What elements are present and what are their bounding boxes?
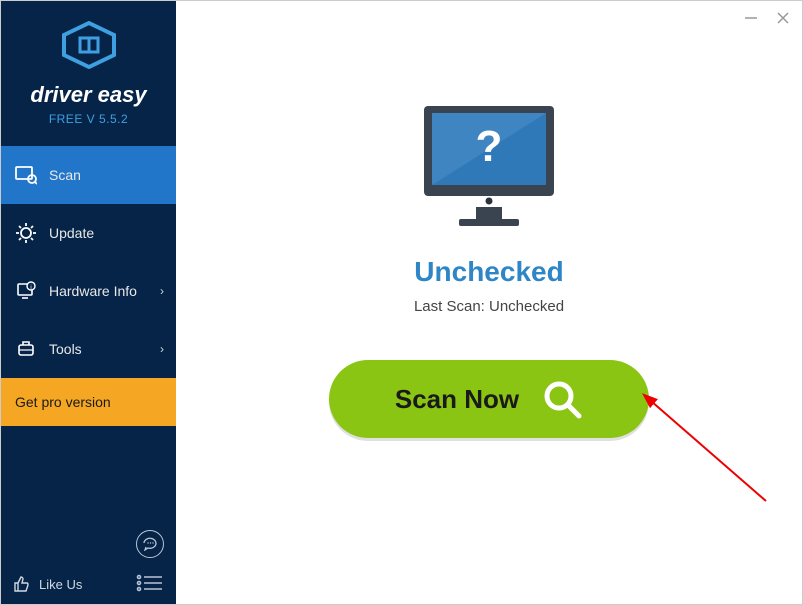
status-subtitle: Last Scan: Unchecked bbox=[414, 298, 564, 315]
feedback-icon-wrap bbox=[136, 530, 164, 558]
nav-update-label: Update bbox=[49, 225, 94, 241]
nav-tools-label: Tools bbox=[49, 341, 82, 357]
nav-hardware-label: Hardware Info bbox=[49, 283, 137, 299]
brand-name: driver easy bbox=[11, 82, 166, 108]
nav-pro-label: Get pro version bbox=[15, 394, 111, 410]
nav-hardware[interactable]: i Hardware Info › bbox=[1, 262, 176, 320]
thumbs-up-icon bbox=[13, 575, 31, 593]
close-button[interactable] bbox=[774, 9, 792, 27]
annotation-arrow bbox=[636, 391, 776, 511]
like-us-label: Like Us bbox=[39, 577, 82, 592]
svg-text:?: ? bbox=[476, 122, 503, 171]
monitor-illustration: ? bbox=[414, 101, 564, 236]
search-icon bbox=[541, 378, 583, 420]
hardware-icon: i bbox=[15, 280, 37, 302]
main-panel: ? Unchecked Last Scan: Unchecked Scan No… bbox=[176, 1, 802, 604]
nav-tools[interactable]: Tools › bbox=[1, 320, 176, 378]
minimize-button[interactable] bbox=[742, 9, 760, 27]
feedback-icon[interactable] bbox=[136, 530, 164, 558]
nav-scan-label: Scan bbox=[49, 167, 81, 183]
like-us-button[interactable]: Like Us bbox=[13, 575, 82, 593]
scan-now-button[interactable]: Scan Now bbox=[329, 360, 649, 438]
app-window: driver easy FREE V 5.5.2 Scan Update i bbox=[0, 0, 803, 605]
nav-scan[interactable]: Scan bbox=[1, 146, 176, 204]
nav: Scan Update i Hardware Info › Tools bbox=[1, 146, 176, 530]
logo-area: driver easy FREE V 5.5.2 bbox=[1, 1, 176, 146]
sidebar-footer: Like Us bbox=[1, 564, 176, 604]
gear-icon bbox=[15, 222, 37, 244]
chevron-right-icon: › bbox=[160, 284, 164, 298]
titlebar bbox=[742, 9, 792, 27]
scan-icon bbox=[15, 164, 37, 186]
status-title: Unchecked bbox=[414, 256, 563, 288]
scan-now-label: Scan Now bbox=[395, 384, 519, 415]
nav-get-pro[interactable]: Get pro version bbox=[1, 378, 176, 426]
logo-icon bbox=[60, 21, 118, 74]
version-label: FREE V 5.5.2 bbox=[11, 112, 166, 126]
sidebar: driver easy FREE V 5.5.2 Scan Update i bbox=[1, 1, 176, 604]
tools-icon bbox=[15, 338, 37, 360]
nav-update[interactable]: Update bbox=[1, 204, 176, 262]
menu-icon[interactable] bbox=[136, 574, 164, 594]
svg-text:i: i bbox=[30, 285, 31, 291]
chevron-right-icon: › bbox=[160, 342, 164, 356]
